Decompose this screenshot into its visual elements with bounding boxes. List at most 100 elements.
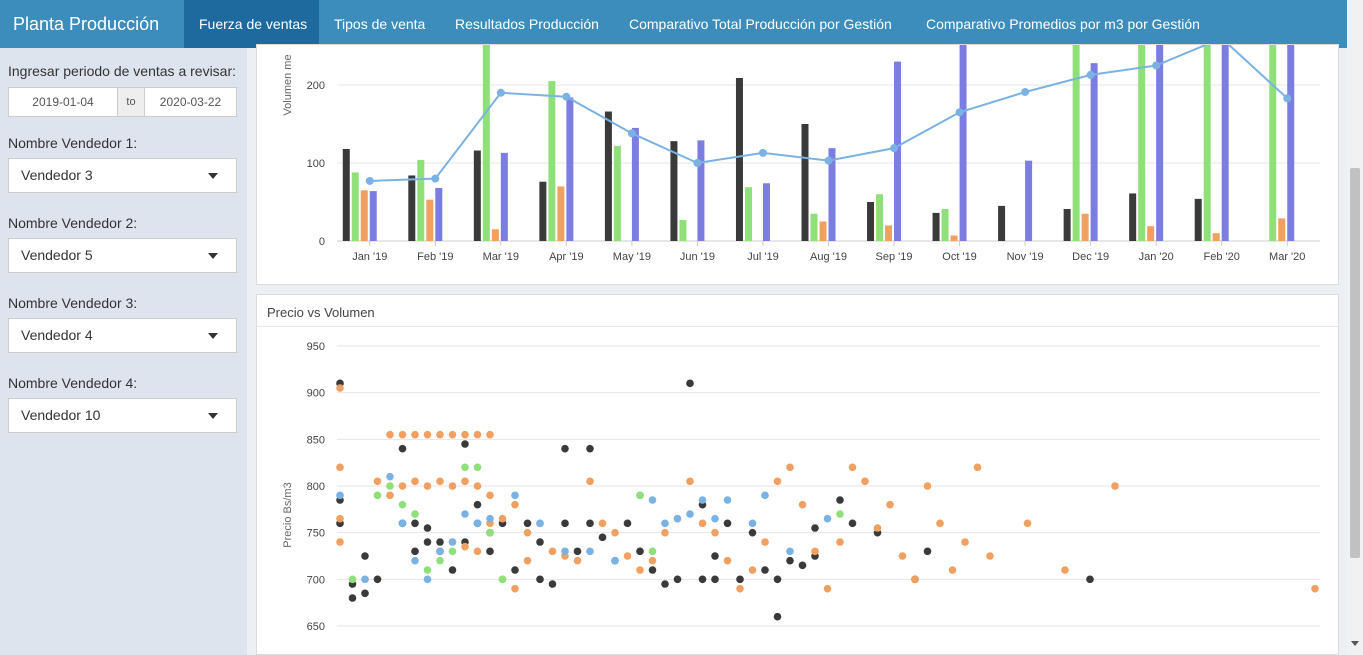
scatter-point bbox=[636, 491, 644, 500]
scatter-point bbox=[886, 500, 894, 509]
scatter-point bbox=[798, 500, 807, 509]
bar bbox=[941, 209, 949, 241]
scrollbar-thumb[interactable] bbox=[1350, 168, 1360, 558]
scatter-point bbox=[648, 547, 657, 556]
scatter-point bbox=[923, 547, 932, 556]
line-point bbox=[627, 129, 636, 138]
scatter-point bbox=[598, 533, 607, 542]
scatter-point bbox=[398, 500, 407, 509]
scatter-point bbox=[723, 496, 732, 504]
scatter-point bbox=[961, 538, 969, 546]
scatter-point bbox=[411, 477, 419, 486]
scatter-point bbox=[548, 580, 557, 588]
bar bbox=[1090, 63, 1098, 241]
bar bbox=[408, 175, 416, 241]
scatter-point bbox=[448, 482, 457, 490]
scatter-point bbox=[461, 477, 469, 486]
line-point bbox=[890, 144, 899, 153]
volume-chart-box: 0 100 200 Volumen me Jan '19 Feb '19 Mar '19 Ap… bbox=[256, 37, 1339, 285]
scatter-point bbox=[436, 556, 444, 565]
y-tick-label: 200 bbox=[307, 80, 325, 92]
vendor-3-select[interactable]: Vendedor 4 bbox=[8, 318, 237, 353]
scatter-point bbox=[573, 547, 582, 556]
line-point bbox=[496, 88, 505, 97]
y-axis-label: Volumen me bbox=[282, 54, 294, 115]
bar bbox=[762, 183, 770, 241]
scatter-point bbox=[711, 552, 719, 560]
bar bbox=[1081, 213, 1089, 241]
scatter-point bbox=[736, 575, 744, 584]
bar bbox=[369, 191, 377, 241]
vendor-4-select[interactable]: Vendedor 10 bbox=[8, 398, 237, 433]
scatter-point bbox=[448, 430, 457, 439]
page-scrollbar[interactable] bbox=[1347, 0, 1363, 655]
x-tick-label: Aug '19 bbox=[810, 251, 847, 263]
bar bbox=[932, 212, 940, 241]
scatter-point bbox=[648, 566, 657, 574]
scatter-point bbox=[398, 444, 407, 453]
scatter-point bbox=[411, 430, 419, 439]
y-tick-label: 800 bbox=[307, 481, 325, 493]
scatter-point bbox=[661, 519, 669, 528]
scatter-point bbox=[723, 519, 732, 528]
vendor-2-label: Nombre Vendedor 2: bbox=[8, 215, 138, 231]
date-end-input[interactable]: 2020-03-22 bbox=[145, 88, 236, 116]
scatter-point bbox=[1061, 566, 1069, 574]
period-label: Ingresar periodo de ventas a revisar: bbox=[8, 63, 237, 79]
date-start-input[interactable]: 2019-01-04 bbox=[9, 88, 117, 116]
scroll-down-arrow-icon[interactable] bbox=[1351, 641, 1359, 646]
scatter-point bbox=[811, 524, 819, 532]
bar bbox=[867, 202, 875, 241]
scatter-point bbox=[398, 482, 407, 490]
scatter-point bbox=[648, 556, 657, 565]
bar bbox=[557, 186, 565, 241]
bar bbox=[539, 181, 547, 241]
tab-comparativo-total[interactable]: Comparativo Total Producción por Gestión bbox=[614, 0, 907, 48]
scatter-point bbox=[361, 552, 369, 560]
bar bbox=[1203, 45, 1211, 241]
tab-comparativo-promedios[interactable]: Comparativo Promedios por m3 por Gestión bbox=[911, 0, 1215, 48]
scatter-point bbox=[836, 510, 844, 518]
scatter-point bbox=[498, 514, 507, 523]
scatter-point bbox=[511, 500, 519, 509]
scatter-point bbox=[511, 584, 519, 593]
scatter-point bbox=[611, 556, 619, 565]
bar bbox=[801, 124, 809, 241]
line-point bbox=[1283, 94, 1292, 103]
vendor-3-label: Nombre Vendedor 3: bbox=[8, 295, 138, 311]
x-tick-label: Jan '19 bbox=[352, 251, 387, 263]
scatter-point bbox=[636, 547, 644, 556]
scatter-point bbox=[448, 538, 457, 546]
tab-resultados-produccion[interactable]: Resultados Producción bbox=[440, 0, 614, 48]
bar bbox=[679, 219, 687, 241]
bar bbox=[1129, 193, 1137, 241]
bar bbox=[1072, 45, 1080, 241]
bar bbox=[631, 127, 639, 241]
x-tick-label: Mar '20 bbox=[1269, 251, 1305, 263]
scatter-point bbox=[386, 472, 394, 481]
line-point bbox=[1152, 61, 1161, 70]
app-title[interactable]: Planta Producción bbox=[0, 0, 184, 48]
bar bbox=[670, 141, 678, 241]
vendor-2-select[interactable]: Vendedor 5 bbox=[8, 238, 237, 273]
scatter-point bbox=[786, 463, 794, 472]
bar bbox=[351, 172, 359, 241]
scatter-point bbox=[823, 584, 832, 593]
scatter-point bbox=[536, 519, 544, 528]
x-tick-label: Feb '19 bbox=[417, 251, 453, 263]
y-tick-label: 950 bbox=[307, 341, 325, 353]
chevron-down-icon bbox=[208, 253, 218, 259]
bar bbox=[744, 187, 752, 241]
scatter-point bbox=[436, 477, 444, 486]
line-point bbox=[758, 148, 767, 157]
scatter-point bbox=[473, 547, 482, 556]
tab-fuerza-de-ventas[interactable]: Fuerza de ventas bbox=[184, 0, 319, 48]
scatter-point bbox=[436, 547, 444, 556]
scatter-point bbox=[798, 561, 807, 570]
bar bbox=[885, 225, 893, 241]
scatter-point bbox=[386, 491, 394, 500]
tab-tipos-de-venta[interactable]: Tipos de venta bbox=[319, 0, 440, 48]
vendor-1-select[interactable]: Vendedor 3 bbox=[8, 158, 237, 193]
scatter-point bbox=[748, 519, 757, 528]
scatter-point bbox=[698, 519, 707, 528]
